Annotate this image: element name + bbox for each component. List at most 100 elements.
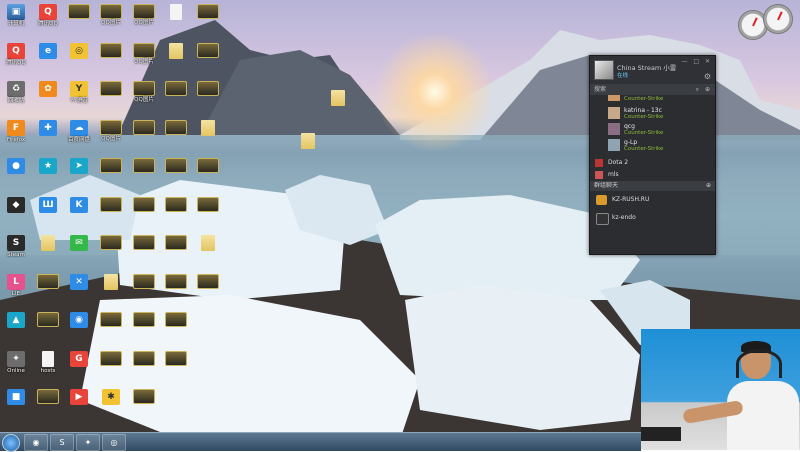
desktop-shortcut[interactable]: ✕: [63, 273, 95, 291]
desktop-shortcut[interactable]: [192, 273, 224, 290]
desktop-shortcut[interactable]: [192, 158, 224, 174]
desktop-shortcut[interactable]: ✉: [63, 235, 95, 252]
desktop-shortcut[interactable]: [128, 235, 160, 251]
desktop-shortcut[interactable]: [160, 235, 192, 251]
group-dota[interactable]: Dota 2: [590, 157, 715, 169]
desktop-shortcut[interactable]: ◎: [63, 42, 95, 60]
desktop-shortcut[interactable]: [160, 312, 192, 328]
friend-row[interactable]: qcg Counter-Strike: [604, 121, 715, 137]
desktop-shortcut[interactable]: ✦ Online: [0, 350, 32, 374]
desktop-shortcut[interactable]: QQ图片: [128, 42, 160, 65]
memory-gauge-icon[interactable]: [763, 4, 793, 34]
gear-icon[interactable]: ⚙: [704, 72, 711, 81]
desktop-shortcut[interactable]: [95, 312, 127, 328]
desktop-shortcut[interactable]: [63, 4, 95, 20]
desktop-shortcut[interactable]: [160, 158, 192, 174]
desktop-shortcut[interactable]: [192, 235, 224, 252]
desktop-shortcut[interactable]: [160, 4, 192, 21]
desktop-shortcut[interactable]: Ш: [32, 196, 64, 214]
desktop-shortcut[interactable]: [160, 273, 192, 290]
desktop-shortcut[interactable]: ◉: [63, 312, 95, 329]
desktop-shortcut[interactable]: [32, 235, 64, 252]
desktop-shortcut[interactable]: ☁ 百度网盘: [63, 119, 95, 143]
desktop-shortcut[interactable]: e: [32, 42, 64, 60]
desktop-shortcut[interactable]: ▲: [0, 312, 32, 329]
user-status[interactable]: 在线: [617, 71, 628, 79]
desktop-shortcut[interactable]: [128, 158, 160, 174]
add-chat-icon[interactable]: ⊕: [706, 181, 711, 191]
app-task[interactable]: ◎: [102, 434, 126, 451]
desktop-shortcut[interactable]: G: [63, 350, 95, 368]
desktop-shortcut[interactable]: K: [63, 196, 95, 214]
search-icon[interactable]: ⌕: [696, 84, 699, 95]
desktop-shortcut[interactable]: QQ图片: [95, 4, 127, 26]
desktop-folder[interactable]: [322, 90, 354, 106]
desktop-shortcut[interactable]: ★: [32, 158, 64, 175]
desktop-shortcut[interactable]: ▶: [63, 389, 95, 406]
desktop-shortcut[interactable]: QQ图片: [128, 4, 160, 26]
desktop-shortcut[interactable]: [128, 119, 160, 136]
friend-row[interactable]: g-Lp Counter-Strike: [604, 137, 715, 153]
group-mls[interactable]: mls: [590, 169, 715, 181]
browser-task[interactable]: ◉: [24, 434, 48, 451]
desktop-shortcut[interactable]: [95, 350, 127, 367]
desktop-shortcut[interactable]: [160, 81, 192, 97]
desktop-shortcut[interactable]: [160, 350, 192, 367]
desktop-shortcut[interactable]: [128, 350, 160, 367]
desktop-shortcut[interactable]: F Firefox: [0, 119, 32, 143]
desktop-shortcut[interactable]: S Steam: [0, 235, 32, 258]
desktop-shortcut[interactable]: [160, 42, 192, 60]
chat-row[interactable]: kz-endo: [590, 209, 715, 227]
desktop-shortcut[interactable]: ✚: [32, 119, 64, 137]
desktop-shortcut[interactable]: [32, 273, 64, 290]
desktop-shortcut[interactable]: [192, 119, 224, 137]
desktop-shortcut[interactable]: QQ图片: [128, 81, 160, 103]
user-avatar[interactable]: [594, 60, 614, 80]
desktop-shortcut[interactable]: ▣ 计算机: [0, 4, 32, 27]
desktop-shortcut[interactable]: ♻ 回收站: [0, 81, 32, 104]
desktop-shortcut[interactable]: [95, 196, 127, 213]
desktop-shortcut[interactable]: [160, 196, 192, 213]
desktop-shortcut[interactable]: Y YY语音: [63, 81, 95, 104]
desktop-shortcut[interactable]: ➤: [63, 158, 95, 175]
friend-search-bar[interactable]: 搜索 ⌕ ⊕: [590, 84, 715, 95]
desktop-shortcut[interactable]: [192, 196, 224, 213]
desktop-shortcut[interactable]: [95, 81, 127, 97]
start-button[interactable]: [2, 434, 20, 452]
cs-task[interactable]: ✦: [76, 434, 100, 451]
desktop-shortcut[interactable]: [128, 196, 160, 213]
desktop-shortcut[interactable]: [192, 81, 224, 97]
desktop-shortcut[interactable]: [32, 312, 64, 328]
image-icon: [100, 158, 122, 173]
desktop-shortcut[interactable]: [192, 42, 224, 59]
desktop-shortcut[interactable]: Q 腾讯QQ: [0, 42, 32, 66]
desktop-shortcut[interactable]: ■: [0, 389, 32, 406]
friend-row[interactable]: Counter-Strike: [604, 95, 715, 105]
desktop-shortcut[interactable]: ●: [0, 158, 32, 175]
desktop-shortcut[interactable]: QQ图片: [95, 119, 127, 142]
desktop-shortcut[interactable]: [192, 4, 224, 20]
desktop-shortcut[interactable]: [128, 389, 160, 405]
desktop-shortcut[interactable]: Q 腾讯QQ: [32, 4, 64, 27]
desktop-shortcut[interactable]: [95, 158, 127, 174]
group-chat-header[interactable]: 群组聊天 ⊕: [590, 181, 715, 191]
image-icon: [37, 312, 59, 327]
window-controls[interactable]: — □ ✕: [681, 58, 712, 65]
desktop-shortcut[interactable]: [95, 235, 127, 251]
desktop-shortcut[interactable]: [32, 389, 64, 405]
friend-row[interactable]: katrina - 13c Counter-Strike: [604, 105, 715, 121]
desktop-shortcut[interactable]: L LIE: [0, 273, 32, 297]
desktop-shortcut[interactable]: [128, 312, 160, 328]
chat-row[interactable]: KZ-RUSH.RU: [590, 191, 715, 209]
desktop-shortcut[interactable]: ✿: [32, 81, 64, 98]
desktop-shortcut[interactable]: [95, 273, 127, 291]
add-friend-icon[interactable]: ⊕: [705, 84, 710, 95]
steam-task[interactable]: S: [50, 434, 74, 451]
desktop-shortcut[interactable]: [95, 42, 127, 59]
desktop-shortcut[interactable]: [160, 119, 192, 136]
desktop-shortcut[interactable]: ✱: [95, 389, 127, 406]
desktop-shortcut[interactable]: [128, 273, 160, 290]
desktop-folder[interactable]: [292, 133, 324, 149]
desktop-shortcut[interactable]: ◆: [0, 196, 32, 214]
desktop-shortcut[interactable]: hosts: [32, 350, 64, 374]
